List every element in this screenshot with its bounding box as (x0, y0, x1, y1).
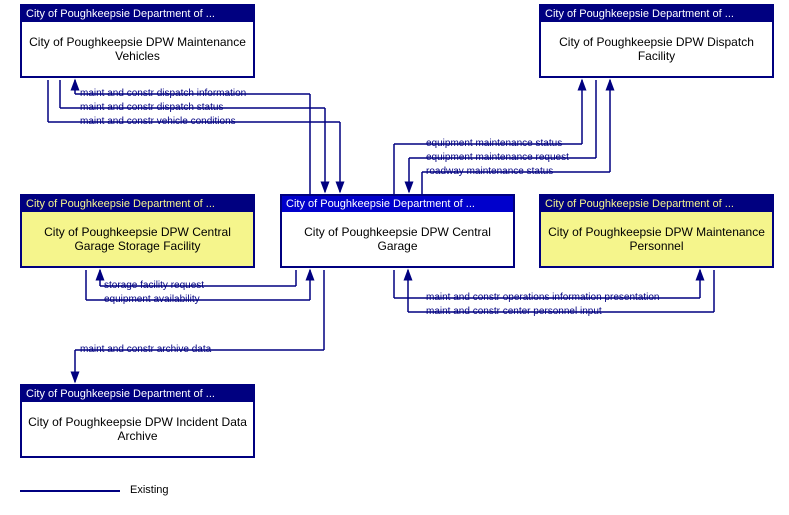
node-header: City of Poughkeepsie Department of ... (22, 6, 253, 22)
node-body: City of Poughkeepsie DPW Maintenance Veh… (22, 22, 253, 76)
flow-label: storage facility request (104, 280, 204, 291)
legend-label-existing: Existing (130, 484, 169, 496)
node-body: City of Poughkeepsie DPW Central Garage … (22, 212, 253, 266)
node-header: City of Poughkeepsie Department of ... (541, 6, 772, 22)
node-maintenance-vehicles[interactable]: City of Poughkeepsie Department of ... C… (20, 4, 255, 78)
node-dispatch-facility[interactable]: City of Poughkeepsie Department of ... C… (539, 4, 774, 78)
node-incident-archive[interactable]: City of Poughkeepsie Department of ... C… (20, 384, 255, 458)
node-header: City of Poughkeepsie Department of ... (541, 196, 772, 212)
node-header: City of Poughkeepsie Department of ... (22, 196, 253, 212)
flow-label: maint and constr center personnel input (426, 306, 602, 317)
node-header: City of Poughkeepsie Department of ... (282, 196, 513, 212)
flow-label: roadway maintenance status (426, 166, 553, 177)
flow-label: equipment maintenance request (426, 152, 569, 163)
flow-label: maint and constr dispatch information (80, 88, 246, 99)
node-body: City of Poughkeepsie DPW Central Garage (282, 212, 513, 266)
node-body: City of Poughkeepsie DPW Maintenance Per… (541, 212, 772, 266)
node-body: City of Poughkeepsie DPW Dispatch Facili… (541, 22, 772, 76)
flow-label: equipment maintenance status (426, 138, 562, 149)
legend-line-existing (20, 490, 120, 492)
flow-label: maint and constr operations information … (426, 292, 659, 303)
flow-label: equipment availability (104, 294, 200, 305)
flow-label: maint and constr archive data (80, 344, 211, 355)
node-maintenance-personnel[interactable]: City of Poughkeepsie Department of ... C… (539, 194, 774, 268)
node-header: City of Poughkeepsie Department of ... (22, 386, 253, 402)
flow-label: maint and constr vehicle conditions (80, 116, 236, 127)
node-storage-facility[interactable]: City of Poughkeepsie Department of ... C… (20, 194, 255, 268)
flow-label: maint and constr dispatch status (80, 102, 223, 113)
node-body: City of Poughkeepsie DPW Incident Data A… (22, 402, 253, 456)
node-central-garage[interactable]: City of Poughkeepsie Department of ... C… (280, 194, 515, 268)
